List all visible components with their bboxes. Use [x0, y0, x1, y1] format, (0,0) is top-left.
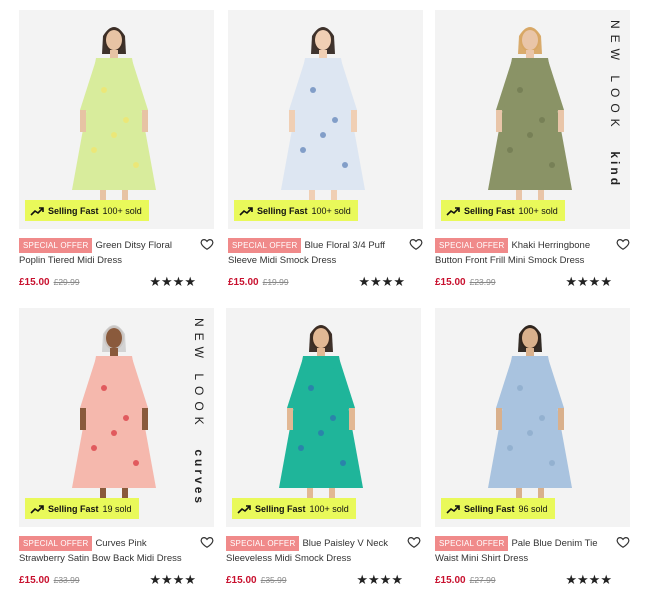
original-price: £29.99 [53, 277, 80, 287]
product-card[interactable]: Selling Fast 100+ sold SPECIAL OFFER Blue… [226, 308, 421, 588]
selling-fast-label: Selling Fast [48, 205, 99, 216]
product-image[interactable]: Selling Fast 100+ sold [19, 10, 214, 229]
special-offer-badge: SPECIAL OFFER [226, 536, 300, 551]
product-card[interactable]: NEW LOOK curves Selling Fast 19 sold SPE… [19, 308, 214, 588]
selling-fast-badge: Selling Fast 96 sold [441, 498, 555, 519]
selling-fast-label: Selling Fast [255, 503, 306, 514]
sold-count: 96 sold [518, 503, 548, 514]
product-photo[interactable] [19, 10, 214, 229]
brand-logo: NEW LOOK kind [608, 20, 622, 189]
sold-count: 100+ sold [309, 503, 349, 514]
trending-up-icon [446, 206, 460, 216]
selling-fast-label: Selling Fast [464, 205, 515, 216]
star-rating: ★★★★ [149, 572, 196, 587]
heart-icon[interactable] [616, 535, 630, 549]
special-offer-badge: SPECIAL OFFER [19, 536, 93, 551]
star-rating: ★★★★ [565, 572, 612, 587]
selling-fast-badge: Selling Fast 100+ sold [232, 498, 356, 519]
price-row: £15.00 £23.99 ★★★★ [435, 274, 630, 290]
sold-count: 19 sold [102, 503, 132, 514]
sale-price: £15.00 [435, 276, 466, 288]
product-photo[interactable] [226, 308, 421, 527]
price-row: £15.00 £35.99 ★★★★ [226, 572, 421, 588]
sale-price: £15.00 [435, 574, 466, 586]
trending-up-icon [239, 206, 253, 216]
star-rating: ★★★★ [565, 274, 612, 289]
product-image[interactable]: NEW LOOK kind Selling Fast 100+ sold [435, 10, 630, 229]
product-photo[interactable] [435, 10, 630, 229]
product-image[interactable]: Selling Fast 100+ sold [228, 10, 423, 229]
sold-count: 100+ sold [311, 205, 351, 216]
price-row: £15.00 £27.99 ★★★★ [435, 572, 630, 588]
sale-price: £15.00 [228, 276, 259, 288]
sold-count: 100+ sold [102, 205, 142, 216]
selling-fast-badge: Selling Fast 100+ sold [441, 200, 565, 221]
product-card[interactable]: Selling Fast 100+ sold SPECIAL OFFER Gree… [19, 10, 214, 290]
heart-icon[interactable] [200, 237, 214, 251]
sale-price: £15.00 [226, 574, 257, 586]
special-offer-badge: SPECIAL OFFER [228, 238, 302, 253]
product-photo[interactable] [435, 308, 630, 527]
product-title[interactable]: SPECIAL OFFER Khaki Herringbone Button Fr… [435, 238, 607, 268]
product-image[interactable]: Selling Fast 96 sold [435, 308, 630, 527]
selling-fast-badge: Selling Fast 100+ sold [234, 200, 358, 221]
sold-count: 100+ sold [518, 205, 558, 216]
product-title[interactable]: SPECIAL OFFER Blue Floral 3/4 Puff Sleeve… [228, 238, 400, 268]
product-title[interactable]: SPECIAL OFFER Curves Pink Strawberry Sati… [19, 536, 191, 566]
original-price: £23.99 [469, 277, 496, 287]
product-photo[interactable] [19, 308, 214, 527]
product-title[interactable]: SPECIAL OFFER Blue Paisley V Neck Sleevel… [226, 536, 398, 566]
original-price: £19.99 [262, 277, 289, 287]
product-card[interactable]: Selling Fast 96 sold SPECIAL OFFER Pale B… [435, 308, 630, 588]
special-offer-badge: SPECIAL OFFER [19, 238, 93, 253]
product-card[interactable]: Selling Fast 100+ sold SPECIAL OFFER Blue… [228, 10, 423, 290]
heart-icon[interactable] [409, 237, 423, 251]
product-card[interactable]: NEW LOOK kind Selling Fast 100+ sold SPE… [435, 10, 630, 290]
product-title[interactable]: SPECIAL OFFER Pale Blue Denim Tie Waist M… [435, 536, 607, 566]
price-row: £15.00 £29.99 ★★★★ [19, 274, 214, 290]
selling-fast-badge: Selling Fast 100+ sold [25, 200, 149, 221]
trending-up-icon [30, 206, 44, 216]
trending-up-icon [30, 504, 44, 514]
star-rating: ★★★★ [358, 274, 405, 289]
selling-fast-label: Selling Fast [464, 503, 515, 514]
trending-up-icon [446, 504, 460, 514]
original-price: £33.99 [53, 575, 80, 585]
price-row: £15.00 £33.99 ★★★★ [19, 572, 214, 588]
trending-up-icon [237, 504, 251, 514]
product-image[interactable]: Selling Fast 100+ sold [226, 308, 421, 527]
sale-price: £15.00 [19, 276, 50, 288]
heart-icon[interactable] [200, 535, 214, 549]
heart-icon[interactable] [407, 535, 421, 549]
heart-icon[interactable] [616, 237, 630, 251]
product-title[interactable]: SPECIAL OFFER Green Ditsy Floral Poplin T… [19, 238, 191, 268]
star-rating: ★★★★ [149, 274, 196, 289]
selling-fast-badge: Selling Fast 19 sold [25, 498, 139, 519]
original-price: £27.99 [469, 575, 496, 585]
sale-price: £15.00 [19, 574, 50, 586]
selling-fast-label: Selling Fast [257, 205, 308, 216]
original-price: £35.99 [260, 575, 287, 585]
star-rating: ★★★★ [356, 572, 403, 587]
brand-logo: NEW LOOK curves [192, 318, 206, 507]
price-row: £15.00 £19.99 ★★★★ [228, 274, 423, 290]
product-photo[interactable] [228, 10, 423, 229]
special-offer-badge: SPECIAL OFFER [435, 536, 509, 551]
selling-fast-label: Selling Fast [48, 503, 99, 514]
product-image[interactable]: NEW LOOK curves Selling Fast 19 sold [19, 308, 214, 527]
special-offer-badge: SPECIAL OFFER [435, 238, 509, 253]
